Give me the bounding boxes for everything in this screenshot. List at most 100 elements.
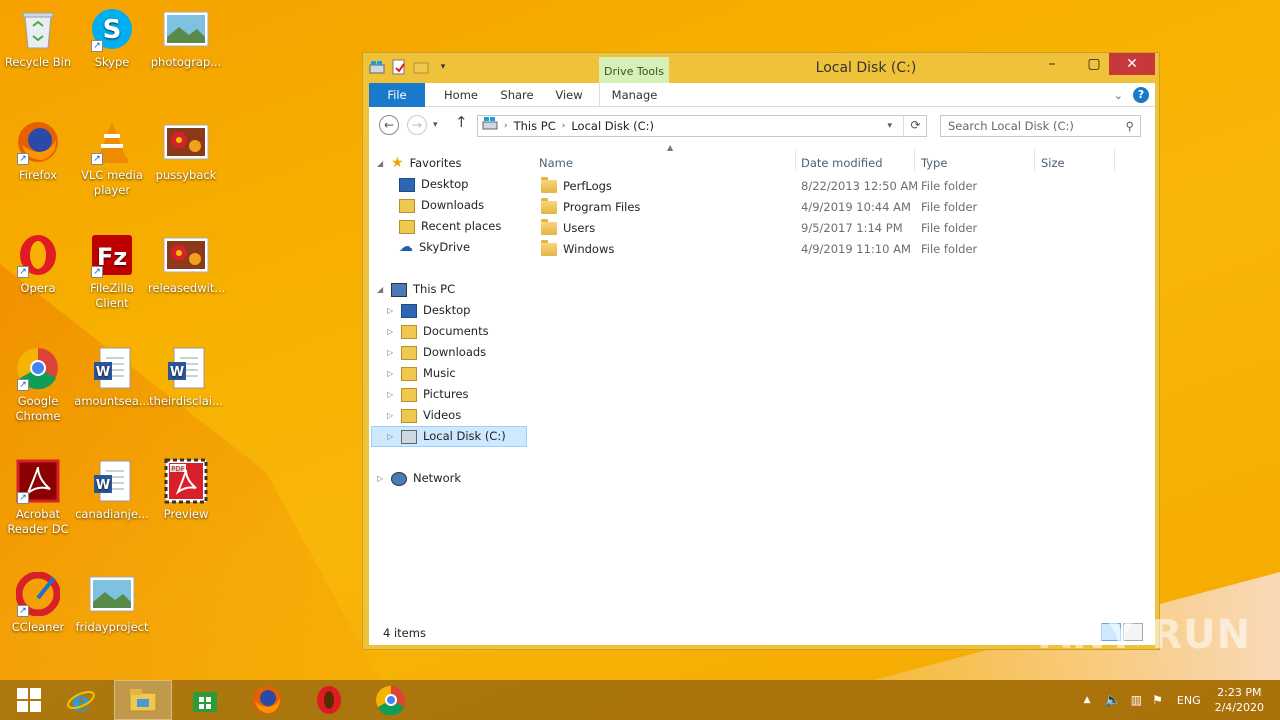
help-icon[interactable]: ? (1133, 87, 1149, 103)
nav-pc-downloads[interactable]: ▷ Downloads (387, 342, 486, 363)
desktop-icon-amountsea[interactable]: W amountsea... (74, 339, 150, 409)
nav-favorites-downloads[interactable]: Downloads (399, 195, 484, 216)
address-bar[interactable]: › This PC › Local Disk (C:) ▾ (477, 115, 927, 137)
desktop-icon-firefox[interactable]: ↗ Firefox (0, 113, 76, 183)
star-icon: ★ (391, 155, 404, 171)
skype-icon: S ↗ (89, 6, 135, 52)
desktop-icon-skype[interactable]: S ↗ Skype (74, 0, 150, 70)
maximize-button[interactable]: ▢ (1079, 53, 1109, 75)
recent-locations-chevron-icon[interactable]: ▾ (433, 115, 438, 135)
column-header-type[interactable]: Type (921, 153, 947, 173)
explorer-window: ▾ Drive Tools Local Disk (C:) – ▢ ✕ File… (362, 52, 1160, 650)
file-type: File folder (921, 179, 978, 193)
desktop-icon-canadianje[interactable]: W canadianje... (74, 452, 150, 522)
network-status-icon[interactable]: ▥ (1131, 693, 1142, 707)
tab-home[interactable]: Home (435, 83, 487, 107)
collapse-arrow-icon[interactable]: ◢ (377, 153, 385, 174)
table-row[interactable]: Windows 4/9/2019 11:10 AM File folder (539, 239, 1139, 260)
column-divider[interactable] (1114, 149, 1115, 171)
desktop-icon-recycle-bin[interactable]: Recycle Bin (0, 0, 76, 70)
collapse-arrow-icon[interactable]: ◢ (377, 279, 385, 300)
desktop-icon-ccleaner[interactable]: ↗ CCleaner (0, 565, 76, 635)
nav-pc-documents[interactable]: ▷ Documents (387, 321, 489, 342)
show-hidden-icons-chevron-icon[interactable]: ▲ (1084, 695, 1091, 705)
taskbar-store[interactable] (176, 680, 234, 720)
taskbar-chrome[interactable] (362, 680, 420, 720)
address-dropdown-icon[interactable]: ▾ (887, 116, 892, 136)
nav-pc-music[interactable]: ▷ Music (387, 363, 456, 384)
expand-arrow-icon[interactable]: ▷ (387, 342, 395, 363)
start-button[interactable] (0, 680, 58, 720)
title-bar[interactable]: ▾ Drive Tools Local Disk (C:) – ▢ ✕ (363, 53, 1159, 85)
firefox-icon: ↗ (15, 119, 61, 165)
expand-arrow-icon[interactable]: ▷ (387, 405, 395, 426)
forward-button[interactable]: → (407, 115, 427, 135)
taskbar-file-explorer[interactable] (114, 680, 172, 720)
desktop-icon-vlc[interactable]: ↗ VLC media player (74, 113, 150, 198)
desktop-icon-preview[interactable]: PDF Preview (148, 452, 224, 522)
desktop-icon-opera[interactable]: ↗ Opera (0, 226, 76, 296)
file-type: File folder (921, 200, 978, 214)
expand-arrow-icon[interactable]: ▷ (387, 300, 395, 321)
file-name-cell: Windows (541, 239, 614, 260)
column-divider[interactable] (795, 149, 796, 171)
nav-pc-local-disk[interactable]: ▷ Local Disk (C:) (371, 426, 527, 447)
nav-favorites-recent[interactable]: Recent places (399, 216, 501, 237)
nav-label: Videos (423, 408, 462, 422)
desktop-icon-fridayproject[interactable]: fridayproject (74, 565, 150, 635)
column-header-name[interactable]: Name (539, 153, 573, 173)
tab-view[interactable]: View (547, 83, 591, 107)
expand-arrow-icon[interactable]: ▷ (387, 384, 395, 405)
desktop-icon-photograph[interactable]: photograp... (148, 0, 224, 70)
nav-network[interactable]: ▷ Network (377, 468, 461, 489)
documents-folder-icon (401, 324, 417, 339)
desktop-icon-chrome[interactable]: ↗ Google Chrome (0, 339, 76, 424)
breadcrumb-this-pc[interactable]: This PC (514, 116, 556, 136)
expand-arrow-icon[interactable]: ▷ (377, 468, 385, 489)
up-button[interactable]: ↑ (455, 113, 468, 131)
expand-arrow-icon[interactable]: ▷ (387, 363, 395, 384)
image-file-icon (163, 119, 209, 165)
tab-share[interactable]: Share (491, 83, 543, 107)
back-button[interactable]: ← (379, 115, 399, 135)
nav-favorites[interactable]: ◢ ★ Favorites (377, 153, 462, 174)
close-button[interactable]: ✕ (1109, 53, 1155, 75)
nav-pc-videos[interactable]: ▷ Videos (387, 405, 461, 426)
desktop-icon-theirdisclai[interactable]: W theirdisclai... (148, 339, 224, 409)
volume-icon[interactable]: 🔈 (1105, 693, 1121, 708)
search-input[interactable]: Search Local Disk (C:) ⚲ (940, 115, 1141, 137)
tab-file[interactable]: File (369, 83, 425, 107)
expand-ribbon-icon[interactable]: ⌄ (1114, 89, 1123, 102)
language-indicator[interactable]: ENG (1177, 694, 1201, 707)
file-name: Program Files (563, 200, 641, 214)
column-divider[interactable] (1034, 149, 1035, 171)
tab-manage[interactable]: Manage (599, 83, 669, 107)
column-divider[interactable] (914, 149, 915, 171)
table-row[interactable]: PerfLogs 8/22/2013 12:50 AM File folder (539, 176, 1139, 197)
taskbar-firefox[interactable] (238, 680, 296, 720)
nav-favorites-skydrive[interactable]: ☁ SkyDrive (399, 237, 470, 258)
nav-favorites-desktop[interactable]: Desktop (399, 174, 468, 195)
desktop-icon-releasedwit[interactable]: releasedwit... (148, 226, 225, 296)
taskbar-opera[interactable] (300, 680, 358, 720)
computer-icon (391, 282, 407, 297)
minimize-button[interactable]: – (1037, 53, 1067, 75)
clock[interactable]: 2:23 PM 2/4/2020 (1215, 685, 1264, 715)
expand-arrow-icon[interactable]: ▷ (387, 426, 395, 447)
desktop-icon-acrobat[interactable]: ↗ Acrobat Reader DC (0, 452, 76, 537)
breadcrumb-local-disk[interactable]: Local Disk (C:) (571, 116, 654, 136)
desktop-icon-filezilla[interactable]: Fz ↗ FileZilla Client (74, 226, 150, 311)
action-center-flag-icon[interactable]: ⚑ (1152, 693, 1163, 707)
table-row[interactable]: Program Files 4/9/2019 10:44 AM File fol… (539, 197, 1139, 218)
nav-pc-pictures[interactable]: ▷ Pictures (387, 384, 469, 405)
desktop-icon-pussyback[interactable]: pussyback (148, 113, 224, 183)
column-header-size[interactable]: Size (1041, 153, 1065, 173)
refresh-button[interactable]: ⟳ (903, 115, 927, 137)
taskbar-internet-explorer[interactable]: e (52, 680, 110, 720)
nav-this-pc[interactable]: ◢ This PC (377, 279, 455, 300)
desktop-icon-label: Google Chrome (15, 394, 61, 423)
table-row[interactable]: Users 9/5/2017 1:14 PM File folder (539, 218, 1139, 239)
nav-pc-desktop[interactable]: ▷ Desktop (387, 300, 470, 321)
expand-arrow-icon[interactable]: ▷ (387, 321, 395, 342)
column-header-date[interactable]: Date modified (801, 153, 883, 173)
